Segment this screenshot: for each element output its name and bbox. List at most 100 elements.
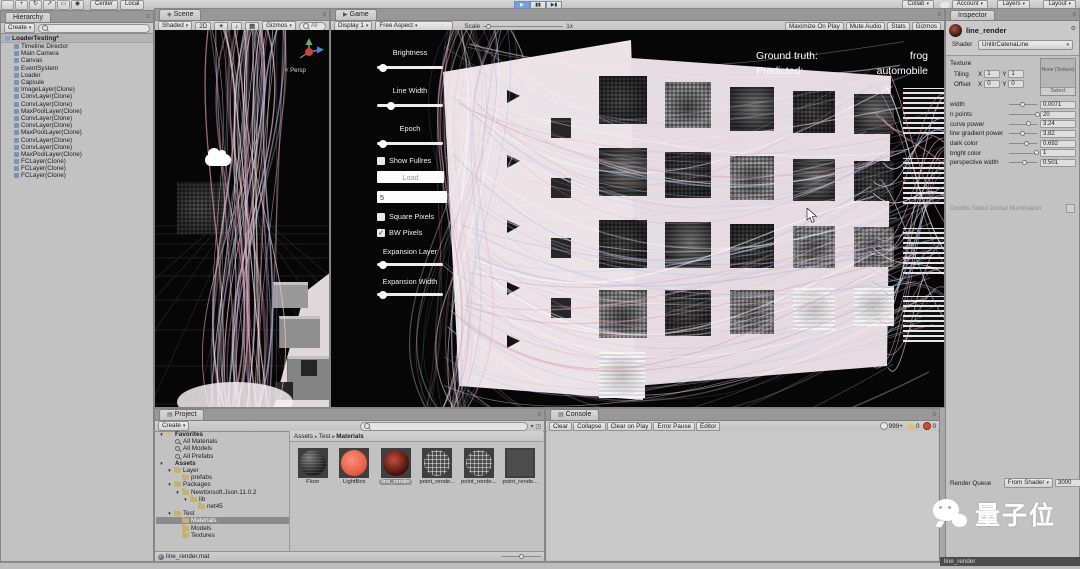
create-button[interactable]: Create (4, 23, 36, 33)
game-viewport[interactable]: Brightness Line Width Epoch Show Fullres… (331, 30, 944, 407)
tab-project[interactable]: ▤ Project (159, 409, 205, 420)
hierarchy-item[interactable]: Capsule (1, 79, 153, 86)
foldout-arrow-icon[interactable]: ▼ (167, 511, 172, 516)
show-fullres-checkbox[interactable]: Show Fullres (377, 156, 431, 165)
load-button[interactable]: Load (377, 171, 444, 183)
material-asset[interactable]: LightBox (334, 448, 376, 485)
property-value-field[interactable]: 20 (1040, 110, 1076, 119)
checkbox-box[interactable] (377, 212, 385, 221)
texture-selector[interactable]: None (Texture) Select (1040, 58, 1076, 96)
shader-dropdown[interactable]: Unlit/CatenaLine (978, 40, 1073, 50)
tab-console[interactable]: ▤ Console (550, 409, 600, 420)
property-slider[interactable] (1009, 159, 1037, 165)
tab-hierarchy[interactable]: Hierarchy (5, 12, 51, 22)
project-tree-row[interactable]: ▼ Favorites (156, 431, 289, 438)
property-slider[interactable] (1009, 111, 1041, 117)
console-log-area[interactable] (547, 431, 938, 560)
property-slider[interactable] (1009, 150, 1040, 156)
scale-slider[interactable] (483, 23, 564, 29)
foldout-arrow-icon[interactable]: ▼ (159, 461, 164, 466)
checkbox-box[interactable]: ✓ (377, 228, 385, 237)
lock-icon[interactable]: ≡ (1072, 10, 1076, 20)
foldout-arrow-icon[interactable]: ▼ (159, 432, 164, 437)
scale-tool-button[interactable]: ↗ (43, 0, 56, 10)
cloud-gizmo-icon[interactable] (205, 148, 231, 166)
move-tool-button[interactable]: + (15, 0, 28, 10)
material-asset[interactable]: point_rende... (417, 448, 459, 485)
hierarchy-item[interactable]: MaxPoolLayer(Clone) (1, 151, 153, 158)
property-value-field[interactable]: 0.501 (1040, 158, 1076, 167)
hierarchy-item[interactable]: Canvas (1, 57, 153, 64)
hierarchy-item[interactable]: ConvLayer(Clone) (1, 93, 153, 100)
foldout-arrow-icon[interactable]: ▼ (183, 497, 188, 502)
hierarchy-item[interactable]: ConvLayer(Clone) (1, 136, 153, 144)
project-tree-row[interactable]: All Prefabs (156, 453, 289, 460)
scale-slider-knob[interactable] (485, 23, 491, 29)
dsgi-checkbox[interactable] (1066, 203, 1075, 213)
project-tree-row[interactable]: ▼ Assets (156, 460, 289, 467)
expansion-layer-slider[interactable] (377, 260, 443, 269)
error-counter[interactable]: 0 (923, 422, 936, 430)
hierarchy-scene-root[interactable]: LoaderTesting* (1, 34, 153, 43)
space-toggle[interactable]: Local (120, 0, 145, 10)
project-tree-row[interactable]: Materials (156, 516, 289, 525)
property-value-field[interactable]: 3.24 (1040, 120, 1076, 129)
hierarchy-item[interactable]: FCLayer(Clone) (1, 165, 153, 172)
console-toolbar-button[interactable]: Clear (549, 421, 573, 431)
hierarchy-item[interactable]: ConvLayer(Clone) (1, 101, 153, 108)
console-toolbar-button[interactable]: Collapse (573, 421, 606, 431)
material-asset[interactable]: point_rende... (500, 448, 542, 485)
texture-select-button[interactable]: Select (1041, 87, 1075, 95)
project-tree-row[interactable]: ▼ Test (156, 509, 289, 517)
scene-orientation-gizmo[interactable] (291, 36, 327, 66)
rect-tool-button[interactable]: ▭ (57, 0, 70, 10)
panel-menu-icon[interactable]: ≡ (537, 410, 541, 420)
project-tree-row[interactable]: Textures (156, 531, 289, 539)
panel-menu-icon[interactable]: ≡ (322, 10, 326, 20)
line-width-slider[interactable] (377, 101, 443, 110)
project-tree-row[interactable]: ▼ Packages (156, 480, 289, 488)
console-toolbar-button[interactable]: Clear on Play (606, 421, 653, 431)
property-value-field[interactable]: 0.692 (1040, 139, 1076, 148)
search-scope-icons[interactable]: ▾ ◳ (531, 423, 541, 430)
project-tree-row[interactable]: ▼ Layer (156, 466, 289, 474)
property-value-field[interactable]: 1 (1040, 149, 1076, 158)
breadcrumb[interactable]: AssetsTestMaterials (290, 431, 543, 442)
project-tree-row[interactable]: Models (156, 524, 289, 532)
scene-viewport[interactable]: < Persp (155, 30, 329, 407)
tiling-x-field[interactable]: 1 (984, 70, 1001, 78)
hierarchy-item[interactable]: EventSystem (1, 65, 153, 72)
hierarchy-item[interactable]: FCLayer(Clone) (1, 172, 153, 179)
panel-menu-icon[interactable]: ≡ (146, 12, 150, 22)
offset-x-field[interactable]: 0 (984, 80, 1001, 88)
project-tree-row[interactable]: net45 (156, 502, 289, 510)
hierarchy-item[interactable]: FCLayer(Clone) (1, 158, 153, 165)
hierarchy-item[interactable]: ImageLayer(Clone) (1, 86, 153, 93)
foldout-arrow-icon[interactable]: ▼ (167, 468, 172, 473)
property-slider[interactable] (1009, 101, 1037, 107)
checkbox-box[interactable] (377, 156, 385, 165)
project-tree-row[interactable]: ▼ lib (156, 495, 289, 503)
property-slider[interactable] (1009, 130, 1037, 136)
warning-counter[interactable]: 0 (906, 423, 919, 430)
render-queue-value[interactable]: 3000 (1055, 479, 1080, 487)
epoch-slider[interactable] (377, 139, 443, 148)
foldout-arrow-icon[interactable]: ▼ (167, 482, 172, 487)
property-slider[interactable] (1009, 140, 1037, 146)
project-tree-row[interactable]: All Materials (156, 438, 289, 445)
render-queue-dropdown[interactable]: From Shader (1003, 478, 1053, 488)
project-tree-row[interactable]: ▼ Newtonsoft.Json.11.0.2 (156, 488, 289, 496)
project-tree-row[interactable]: All Models (156, 445, 289, 452)
bw-pixels-checkbox[interactable]: ✓ BW Pixels (377, 228, 422, 237)
hand-tool-button[interactable] (1, 0, 14, 10)
create-button[interactable]: Create (158, 421, 190, 431)
epoch-count-input[interactable]: 5 (377, 191, 447, 203)
console-toolbar-button[interactable]: Editor (696, 421, 721, 431)
hierarchy-item[interactable]: MaxPoolLayer(Clone) (1, 108, 153, 115)
hierarchy-item[interactable]: Timeline Director (1, 43, 153, 50)
transform-tool-button[interactable]: ◉ (71, 0, 84, 10)
project-search-input[interactable] (359, 421, 528, 431)
foldout-arrow-icon[interactable]: ▼ (175, 490, 180, 495)
square-pixels-checkbox[interactable]: Square Pixels (377, 212, 434, 221)
offset-y-field[interactable]: 0 (1008, 80, 1025, 88)
